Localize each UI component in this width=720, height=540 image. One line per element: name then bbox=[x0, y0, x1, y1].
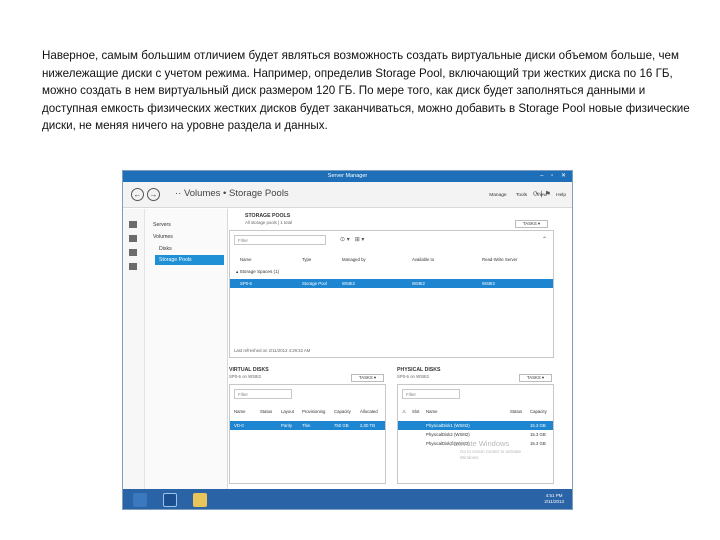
pd-warning-icon: ⚠ bbox=[402, 409, 406, 414]
powershell-taskbar-icon[interactable] bbox=[163, 493, 177, 507]
vd-col-allocated[interactable]: Allocated bbox=[360, 409, 378, 414]
pd-col-capacity[interactable]: Capacity bbox=[530, 409, 547, 414]
vd-col-layout[interactable]: Layout bbox=[281, 409, 294, 414]
forward-button[interactable]: → bbox=[147, 188, 160, 201]
menu-help[interactable]: Help bbox=[556, 193, 566, 198]
navigation-bar: ← → ·· Volumes • Storage Pools ⟳ | ⚑ Man… bbox=[123, 182, 572, 208]
disks-icon[interactable] bbox=[129, 249, 137, 256]
col-type[interactable]: Type bbox=[302, 257, 311, 262]
pd-col-name[interactable]: Name bbox=[426, 409, 437, 414]
breadcrumb: ·· Volumes • Storage Pools bbox=[175, 188, 289, 199]
table-row[interactable]: PhysicalDisk2 (WS8I2) 15.3 GB bbox=[398, 430, 553, 439]
storage-pools-table: Filter ⊙ ▾ ⊞ ▾ ⌃ Name Type Managed by Av… bbox=[229, 230, 554, 358]
intro-paragraph: Наверное, самым большим отличием будет я… bbox=[42, 49, 690, 132]
col-managed-by[interactable]: Managed by bbox=[342, 257, 366, 262]
vd-col-capacity[interactable]: Capacity bbox=[334, 409, 351, 414]
main-content: STORAGE POOLS All storage pools | 1 tota… bbox=[229, 209, 569, 489]
menu-view[interactable]: View bbox=[536, 193, 546, 198]
col-name[interactable]: Name bbox=[240, 257, 251, 262]
filter-options-icons[interactable]: ⊙ ▾ ⊞ ▾ bbox=[340, 236, 364, 243]
group-storage-spaces[interactable]: ▴ Storage Spaces (1) bbox=[236, 269, 279, 275]
virtual-disks-filter[interactable]: Filter bbox=[234, 389, 292, 399]
window-controls[interactable]: – ▫ ✕ bbox=[540, 171, 569, 182]
sidebar: Servers Volumes Disks Storage Pools bbox=[145, 209, 228, 489]
title-bar: Server Manager – ▫ ✕ bbox=[123, 171, 572, 182]
vd-col-name[interactable]: Name bbox=[234, 409, 245, 414]
menu-tools[interactable]: Tools bbox=[516, 193, 527, 198]
taskbar: 4:51 PM 2/11/2013 bbox=[123, 489, 572, 509]
sidebar-item-storage-pools[interactable]: Storage Pools bbox=[155, 255, 224, 265]
virtual-disks-title: VIRTUAL DISKS bbox=[229, 367, 269, 373]
icon-rail bbox=[123, 209, 145, 489]
sidebar-item-volumes[interactable]: Volumes bbox=[153, 234, 173, 240]
physical-disks-table: Filter ⚠ Slot Name Status Capacity Physi… bbox=[397, 384, 554, 484]
sidebar-item-servers[interactable]: Servers bbox=[153, 222, 171, 228]
sidebar-item-disks[interactable]: Disks bbox=[159, 246, 172, 252]
server-manager-taskbar-icon[interactable] bbox=[133, 493, 147, 507]
activation-watermark-body: Go to Action Center to activate Windows. bbox=[460, 449, 522, 460]
vd-col-status[interactable]: Status bbox=[260, 409, 272, 414]
storage-pools-title: STORAGE POOLS bbox=[245, 213, 291, 219]
back-button[interactable]: ← bbox=[131, 188, 144, 201]
col-available-to[interactable]: Available to bbox=[412, 257, 434, 262]
volumes-icon[interactable] bbox=[129, 235, 137, 242]
virtual-disks-tasks-button[interactable]: TASKS ▾ bbox=[351, 374, 384, 382]
taskbar-clock[interactable]: 4:51 PM 2/11/2013 bbox=[544, 493, 564, 505]
table-row[interactable]: SP0-6 Storage Pool WS8I2 WS8I2 WS8I2 bbox=[230, 279, 553, 288]
physical-disks-subtitle: SP0-6 on WS8I2 bbox=[397, 374, 430, 379]
table-row[interactable]: VD-0 Parity Thin 750 GB 2,00 TB bbox=[230, 421, 385, 430]
menu-bar: Manage Tools View Help bbox=[481, 193, 566, 198]
last-refreshed: Last refreshed on 2/11/2013 4:29:32 AM bbox=[234, 348, 311, 353]
storage-pools-tasks-button[interactable]: TASKS ▾ bbox=[515, 220, 548, 228]
window-title: Server Manager bbox=[327, 173, 368, 179]
menu-manage[interactable]: Manage bbox=[489, 193, 506, 198]
physical-disks-tasks-button[interactable]: TASKS ▾ bbox=[519, 374, 552, 382]
server-manager-screenshot: Server Manager – ▫ ✕ ← → ·· Volumes • St… bbox=[122, 170, 573, 510]
storage-pools-subtitle: All storage pools | 1 total bbox=[245, 220, 292, 225]
virtual-disks-table: Filter Name Status Layout Provisioning C… bbox=[229, 384, 386, 484]
virtual-disks-subtitle: SP0-6 on WS8I2 bbox=[229, 374, 262, 379]
file-explorer-taskbar-icon[interactable] bbox=[193, 493, 207, 507]
physical-disks-filter[interactable]: Filter bbox=[402, 389, 460, 399]
pd-col-slot[interactable]: Slot bbox=[412, 409, 419, 414]
col-rw-server[interactable]: Read-Write Server bbox=[482, 257, 518, 262]
servers-icon[interactable] bbox=[129, 221, 137, 228]
expand-icon[interactable]: ⌃ bbox=[542, 236, 547, 243]
activation-watermark-title: Activate Windows bbox=[450, 439, 510, 448]
table-row[interactable]: PhysicalDisk1 (WS8I2) 15.3 GB bbox=[398, 421, 553, 430]
pd-col-status[interactable]: Status bbox=[510, 409, 522, 414]
physical-disks-title: PHYSICAL DISKS bbox=[397, 367, 441, 373]
storage-pools-icon[interactable] bbox=[129, 263, 137, 270]
vd-col-provisioning[interactable]: Provisioning bbox=[302, 409, 325, 414]
storage-pools-filter[interactable]: Filter bbox=[234, 235, 326, 245]
